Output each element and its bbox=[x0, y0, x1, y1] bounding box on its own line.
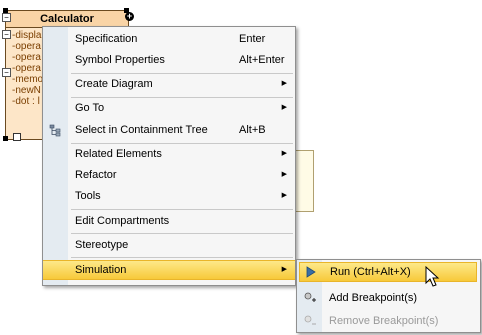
menu-item-create-diagram[interactable]: Create Diagram ▶ bbox=[43, 74, 295, 94]
menu-item-label: Add Breakpoint(s) bbox=[329, 292, 418, 304]
menu-item-add-breakpoint[interactable]: Add Breakpoint(s) bbox=[297, 287, 480, 309]
menu-item-label: Go To bbox=[75, 102, 105, 114]
menu-item-label: Symbol Properties bbox=[75, 54, 165, 66]
menu-item-label: Specification bbox=[75, 33, 138, 45]
menu-item-label: Stereotype bbox=[75, 239, 129, 251]
context-menu: Specification Enter Symbol Properties Al… bbox=[42, 26, 296, 286]
submenu-arrow-icon: ▶ bbox=[281, 192, 287, 199]
mouse-cursor-icon bbox=[425, 266, 440, 287]
resize-handle[interactable] bbox=[3, 136, 8, 141]
menu-item-tools[interactable]: Tools ▶ bbox=[43, 186, 295, 206]
menu-item-shortcut: Alt+Enter bbox=[239, 54, 285, 66]
menu-item-edit-compartments[interactable]: Edit Compartments bbox=[43, 211, 295, 231]
menu-item-label: Simulation bbox=[75, 264, 127, 276]
menu-item-shortcut: Alt+B bbox=[239, 124, 266, 136]
collapse-toggle-icon[interactable]: − bbox=[2, 30, 11, 39]
menu-item-stereotype[interactable]: Stereotype bbox=[43, 235, 295, 255]
containment-tree-icon bbox=[49, 124, 61, 137]
menu-item-symbol-properties[interactable]: Symbol Properties Alt+Enter bbox=[43, 50, 295, 70]
menu-item-label: Refactor bbox=[75, 169, 117, 181]
menu-item-go-to[interactable]: Go To ▶ bbox=[43, 98, 295, 118]
menu-separator bbox=[71, 233, 293, 234]
menu-item-label: Tools bbox=[75, 190, 101, 202]
menu-item-remove-breakpoint: Remove Breakpoint(s) bbox=[297, 310, 480, 332]
add-element-icon[interactable]: + bbox=[125, 12, 134, 21]
play-icon bbox=[306, 266, 316, 278]
menu-item-shortcut: Enter bbox=[239, 33, 266, 45]
menu-item-label: Remove Breakpoint(s) bbox=[329, 315, 439, 327]
menu-item-refactor[interactable]: Refactor ▶ bbox=[43, 165, 295, 185]
submenu-arrow-icon: ▶ bbox=[281, 150, 287, 157]
menu-item-select-in-containment-tree[interactable]: Select in Containment Tree Alt+B bbox=[43, 120, 295, 140]
menu-item-label: Create Diagram bbox=[75, 78, 153, 90]
menu-item-related-elements[interactable]: Related Elements ▶ bbox=[43, 144, 295, 164]
background-shape bbox=[295, 150, 314, 212]
menu-item-simulation[interactable]: Simulation ▶ bbox=[43, 260, 295, 280]
submenu-arrow-icon: ▶ bbox=[281, 104, 287, 111]
collapse-toggle-icon[interactable]: − bbox=[2, 13, 11, 22]
submenu-arrow-icon: ▶ bbox=[281, 171, 287, 178]
menu-separator bbox=[71, 257, 293, 258]
collapse-toggle-icon[interactable]: − bbox=[2, 68, 11, 77]
menu-item-label: Run (Ctrl+Alt+X) bbox=[330, 266, 411, 278]
menu-item-label: Edit Compartments bbox=[75, 215, 170, 227]
remove-breakpoint-icon bbox=[304, 315, 316, 325]
menu-item-run[interactable]: Run (Ctrl+Alt+X) bbox=[299, 262, 477, 282]
smart-manipulator-icon[interactable] bbox=[13, 133, 21, 141]
submenu-arrow-icon: ▶ bbox=[281, 266, 287, 273]
submenu-arrow-icon: ▶ bbox=[281, 80, 287, 87]
menu-separator bbox=[71, 209, 293, 210]
menu-item-specification[interactable]: Specification Enter bbox=[43, 29, 295, 49]
menu-item-label: Select in Containment Tree bbox=[75, 124, 208, 136]
simulation-submenu: Run (Ctrl+Alt+X) Add Breakpoint(s) Remov… bbox=[296, 259, 481, 333]
add-breakpoint-icon bbox=[304, 292, 316, 302]
menu-item-label: Related Elements bbox=[75, 148, 162, 160]
